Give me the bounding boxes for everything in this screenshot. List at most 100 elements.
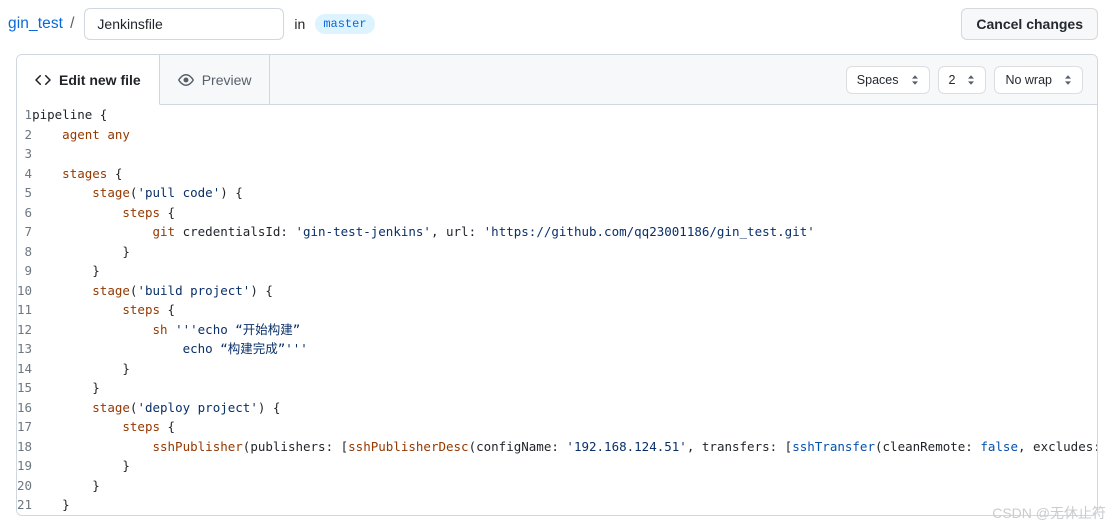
code-token: {: [160, 204, 176, 220]
line-content[interactable]: pipeline {: [32, 105, 1097, 125]
code-token: (publishers: [: [242, 438, 349, 454]
code-token: }: [32, 380, 100, 395]
code-token: credentialsId:: [175, 224, 296, 239]
line-content[interactable]: steps {: [32, 203, 1097, 223]
line-content[interactable]: }: [32, 495, 1097, 515]
code-token: }: [32, 360, 130, 376]
code-token: ) {: [250, 282, 273, 298]
line-content[interactable]: stages {: [32, 164, 1097, 184]
line-content[interactable]: }: [32, 515, 1097, 516]
chevron-updown-icon: [909, 73, 921, 87]
line-content[interactable]: sshPublisher(publishers: [sshPublisherDe…: [32, 437, 1097, 457]
line-content[interactable]: agent any: [32, 125, 1097, 145]
code-token: '192.168.124.51': [566, 438, 687, 454]
code-editor-pane[interactable]: 1 pipeline { 2 agent any 3 4 stages {5 stage…: [17, 105, 1097, 516]
code-line: 13 echo “构建完成”''': [17, 339, 1097, 359]
line-content[interactable]: }: [32, 359, 1097, 379]
code-line: 4 stages {: [17, 164, 1097, 184]
line-number: 6: [24, 204, 33, 220]
code-line: 16 stage('deploy project') {: [17, 398, 1097, 418]
line-content[interactable]: [32, 144, 1097, 164]
code-line: 9 }: [17, 261, 1097, 281]
line-number: 21: [17, 497, 33, 512]
indent-size-select[interactable]: 2: [937, 65, 987, 94]
code-token: }: [32, 243, 130, 259]
line-content[interactable]: steps {: [32, 300, 1097, 320]
code-token: sshPublisherDesc: [348, 438, 469, 454]
code-token: stage: [92, 282, 130, 298]
line-number: 14: [17, 360, 33, 376]
line-content[interactable]: steps {: [32, 417, 1097, 437]
line-number: 19: [17, 458, 33, 473]
editor-tabbar: Edit new file Preview Spaces 2 No wrap: [17, 55, 1097, 105]
code-token: 'pull code': [137, 185, 221, 200]
line-content[interactable]: git credentialsId: 'gin-test-jenkins', u…: [32, 222, 1097, 242]
code-lines-table: 1 pipeline { 2 agent any 3 4 stages {5 stage…: [17, 105, 1097, 516]
code-line: 21 }: [17, 495, 1097, 515]
line-content[interactable]: }: [32, 476, 1097, 496]
line-content[interactable]: echo “构建完成”''': [32, 339, 1097, 359]
tab-preview[interactable]: Preview: [160, 55, 271, 104]
cancel-changes-button[interactable]: Cancel changes: [961, 8, 1098, 40]
code-line: 5 stage('pull code') {: [17, 183, 1097, 203]
line-number: 20: [17, 477, 33, 493]
repo-breadcrumb-link[interactable]: gin_test: [8, 15, 63, 33]
code-token: 'deploy project': [137, 399, 258, 415]
code-line: 15 }: [17, 378, 1097, 398]
line-number: 1: [24, 107, 33, 122]
code-line: 2 agent any: [17, 125, 1097, 145]
code-token: 'build project': [137, 282, 251, 298]
line-content[interactable]: stage('pull code') {: [32, 183, 1097, 203]
line-content[interactable]: stage('build project') {: [32, 281, 1097, 301]
editor-toolbar: Spaces 2 No wrap: [845, 55, 1097, 104]
line-content[interactable]: }: [32, 456, 1097, 476]
code-token: (configName:: [468, 438, 567, 454]
line-content[interactable]: sh '''echo “开始构建”: [32, 320, 1097, 340]
line-number: 18: [17, 438, 33, 454]
code-token: false: [980, 438, 1018, 454]
line-number: 7: [24, 224, 33, 239]
code-token: steps: [122, 302, 161, 317]
line-content[interactable]: }: [32, 378, 1097, 398]
code-token: 'gin-test-jenkins': [295, 224, 431, 239]
line-content[interactable]: }: [32, 242, 1097, 262]
tab-edit-new-file[interactable]: Edit new file: [17, 55, 160, 105]
wrap-mode-select[interactable]: No wrap: [994, 65, 1083, 94]
line-number: 13: [17, 341, 33, 356]
code-token: stages: [62, 165, 108, 181]
code-token: }: [32, 458, 130, 473]
line-number: 17: [17, 419, 33, 434]
line-content[interactable]: }: [32, 261, 1097, 281]
line-number: 5: [24, 185, 33, 200]
code-token: pipeline {: [32, 107, 108, 122]
code-line: 3: [17, 144, 1097, 164]
filename-input[interactable]: [84, 8, 285, 40]
code-line: 19 }: [17, 456, 1097, 476]
tab-preview-label: Preview: [201, 71, 252, 88]
code-token: }: [32, 477, 100, 493]
code-line: 12 sh '''echo “开始构建”: [17, 320, 1097, 340]
code-token: agent any: [62, 126, 130, 142]
line-number: 22: [17, 515, 32, 516]
file-path-header: gin_test / in master Cancel changes: [0, 0, 1114, 48]
indent-mode-select[interactable]: Spaces: [845, 65, 930, 94]
code-token: stage: [92, 185, 130, 200]
code-line: 17 steps {: [17, 417, 1097, 437]
line-number: 16: [17, 399, 33, 415]
code-token: }: [32, 497, 70, 512]
line-number: 10: [17, 282, 33, 298]
code-token: steps: [122, 419, 161, 434]
code-line: 7 git credentialsId: 'gin-test-jenkins',…: [17, 222, 1097, 242]
code-line: 20 }: [17, 476, 1097, 496]
code-line: 10 stage('build project') {: [17, 281, 1097, 301]
line-content[interactable]: stage('deploy project') {: [32, 398, 1097, 418]
line-number: 8: [24, 243, 33, 259]
code-line: 18 sshPublisher(publishers: [sshPublishe…: [17, 437, 1097, 457]
